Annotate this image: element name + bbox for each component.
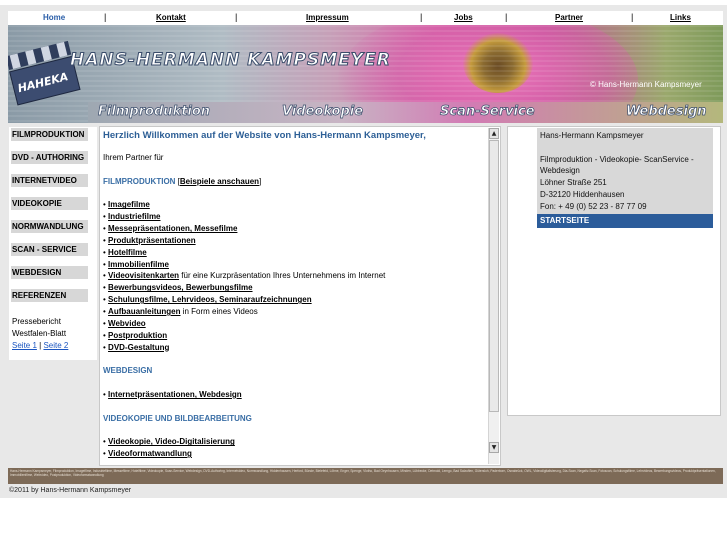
list-item: • Messepräsentationen, Messefilme — [103, 224, 238, 234]
main-content: Herzlich Willkommen auf der Website von … — [103, 130, 487, 460]
nav-separator: | — [235, 12, 238, 22]
service-link[interactable]: Immobilienfilme — [108, 260, 169, 269]
service-link[interactable]: Imagefilme — [108, 200, 150, 209]
banner-service-filmproduktion: Filmproduktion — [98, 104, 211, 120]
press-link-seite-1[interactable]: Seite 1 — [12, 341, 37, 350]
press-label: Pressebericht — [12, 317, 61, 326]
nav-impressum[interactable]: Impressum — [306, 13, 349, 22]
list-item: • DVD-Gestaltung — [103, 342, 170, 352]
nav-separator: | — [631, 12, 634, 22]
list-item: • Aufbauanleitungen in Form eines Videos — [103, 306, 258, 316]
content-scrollbar[interactable]: ▲ ▼ — [488, 128, 499, 464]
right-contact-panel: Hans-Hermann Kampsmeyer Filmproduktion -… — [507, 126, 721, 416]
service-description: in Form eines Videos — [180, 306, 258, 316]
examples-link[interactable]: Beispiele anschauen — [180, 177, 259, 186]
service-link[interactable]: Industriefilme — [108, 212, 160, 221]
banner-service-webdesign: Webdesign — [626, 104, 707, 120]
service-link[interactable]: Aufbauanleitungen — [108, 307, 180, 316]
menu-item-internetvideo[interactable]: INTERNETVIDEO — [11, 174, 88, 187]
section-title-webdesign: WEBDESIGN — [103, 366, 153, 376]
press-link-separator: | — [39, 341, 42, 350]
banner-copyright: © Hans-Hermann Kampsmeyer — [590, 80, 702, 89]
list-item: • Videovisitenkarten für eine Kurzpräsen… — [103, 271, 386, 281]
copyright-icon: © — [590, 80, 596, 89]
nav-links[interactable]: Links — [670, 13, 691, 22]
menu-item-normwandlung[interactable]: NORMWANDLUNG — [11, 220, 88, 233]
list-item: • Hotelfilme — [103, 247, 147, 257]
nav-separator: | — [104, 12, 107, 22]
footer-keyword-strip: Hans-Hermann Kampsmeyer, Filmproduktion,… — [8, 468, 723, 484]
menu-item-scan-service[interactable]: SCAN - SERVICE — [11, 243, 88, 256]
service-link[interactable]: Messepräsentationen, Messefilme — [108, 224, 237, 233]
list-item: • Bewerbungsvideos, Bewerbungsfilme — [103, 283, 253, 293]
service-link[interactable]: Videovisitenkarten — [108, 271, 179, 280]
list-item: • Immobilienfilme — [103, 259, 169, 269]
service-link-webdesign[interactable]: Internetpräsentationen, Webdesign — [108, 390, 242, 399]
welcome-heading: Herzlich Willkommen auf der Website von … — [103, 130, 426, 141]
service-link[interactable]: Webvideo — [108, 319, 146, 328]
nav-separator: | — [505, 12, 508, 22]
service-link[interactable]: DVD-Gestaltung — [108, 343, 169, 352]
list-item: • Postproduktion — [103, 330, 168, 340]
top-navigation: Home | Kontakt | Impressum | Jobs | Part… — [8, 11, 723, 25]
scroll-down-icon[interactable]: ▼ — [489, 442, 499, 453]
service-link-videoformatwandlung[interactable]: Videoformatwandlung — [108, 449, 192, 458]
service-link[interactable]: Bewerbungsvideos, Bewerbungsfilme — [108, 283, 252, 292]
startseite-link[interactable]: STARTSEITE — [537, 214, 713, 228]
list-item: • Schulungsfilme, Lehrvideos, Seminarauf… — [103, 295, 312, 305]
service-link[interactable]: Hotelfilme — [108, 248, 147, 257]
service-link[interactable]: Postproduktion — [108, 331, 167, 340]
press-source: Westfalen-Blatt — [12, 329, 67, 338]
main-content-frame[interactable]: Herzlich Willkommen auf der Website von … — [99, 126, 501, 466]
footer-copyright: ©2011 by Hans-Hermann Kampsmeyer — [9, 487, 132, 494]
banner-copyright-text: Hans-Hermann Kampsmeyer — [598, 80, 702, 89]
scrollbar-thumb[interactable] — [489, 140, 499, 412]
section-title-filmproduktion: FILMPRODUKTION — [103, 176, 176, 186]
banner-service-videokopie: Videokopie — [282, 104, 364, 120]
section-title-videokopie: VIDEOKOPIE UND BILDBEARBEITUNG — [103, 413, 252, 423]
intro-text: Ihrem Partner für — [103, 153, 164, 162]
contact-phone: Fon: + 49 (0) 52 23 - 87 77 09 — [540, 201, 647, 211]
menu-item-webdesign[interactable]: WEBDESIGN — [11, 266, 88, 279]
menu-item-filmproduktion[interactable]: FILMPRODUKTION — [11, 128, 88, 141]
list-item: • Industriefilme — [103, 212, 161, 222]
menu-item-videokopie[interactable]: VIDEOKOPIE — [11, 197, 88, 210]
nav-home[interactable]: Home — [43, 13, 65, 22]
contact-name: Hans-Hermann Kampsmeyer — [540, 131, 644, 140]
page-frame: Home | Kontakt | Impressum | Jobs | Part… — [0, 5, 727, 498]
banner-service-scan: Scan-Service — [440, 104, 535, 120]
service-link[interactable]: Schulungsfilme, Lehrvideos, Seminaraufze… — [108, 295, 312, 304]
menu-item-dvd-authoring[interactable]: DVD - AUTHORING — [11, 151, 88, 164]
left-sidebar-menu: FILMPRODUKTION DVD - AUTHORING INTERNETV… — [9, 127, 97, 360]
clapperboard-logo-icon: HAHEKA — [8, 40, 81, 106]
nav-separator: | — [420, 12, 423, 22]
nav-jobs[interactable]: Jobs — [454, 13, 473, 22]
header-banner: HAHEKA HANS-HERMANN KAMPSMEYER © Hans-He… — [8, 25, 723, 123]
list-item: • Webvideo — [103, 318, 146, 328]
contact-box: Hans-Hermann Kampsmeyer Filmproduktion -… — [537, 128, 713, 214]
service-description: für eine Kurzpräsentation Ihres Unterneh… — [179, 271, 386, 281]
scroll-up-icon[interactable]: ▲ — [489, 128, 499, 139]
service-link[interactable]: Produktpräsentationen — [108, 236, 196, 245]
list-item: • Produktpräsentationen — [103, 235, 196, 245]
nav-partner[interactable]: Partner — [555, 13, 583, 22]
press-link-seite-2[interactable]: Seite 2 — [43, 341, 68, 350]
contact-city: D-32120 Hiddenhausen — [540, 189, 625, 199]
list-item: • Imagefilme — [103, 200, 150, 210]
contact-services: Filmproduktion - Videokopie- ScanService… — [540, 154, 694, 176]
contact-street: Löhner Straße 251 — [540, 178, 607, 188]
nav-kontakt[interactable]: Kontakt — [156, 13, 186, 22]
banner-title: HANS-HERMANN KAMPSMEYER — [70, 50, 391, 71]
service-link-videokopie[interactable]: Videokopie, Video-Digitalisierung — [108, 437, 235, 446]
menu-item-referenzen[interactable]: REFERENZEN — [11, 289, 88, 302]
film-service-list: • Imagefilme • Industriefilme • Messepräse… — [103, 199, 487, 353]
press-links: Seite 1 | Seite 2 — [12, 341, 68, 350]
